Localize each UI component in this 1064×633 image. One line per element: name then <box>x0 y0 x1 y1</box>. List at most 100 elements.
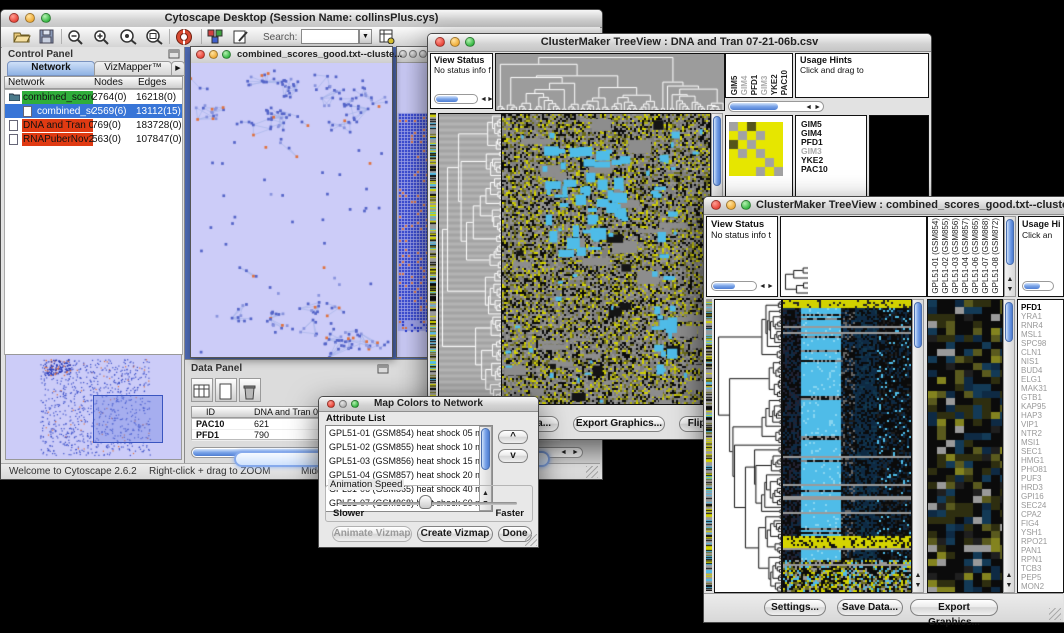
gene-list-item[interactable]: NTR2 <box>1021 429 1063 438</box>
scroll-left-icon[interactable]: ◄ <box>560 447 567 458</box>
float-panel-icon[interactable] <box>377 364 389 374</box>
gene-list-item[interactable]: GPI16 <box>1021 492 1063 501</box>
gene-list-item[interactable]: HAP3 <box>1021 411 1063 420</box>
gene-list-item[interactable]: SEC24 <box>1021 501 1063 510</box>
save-icon[interactable] <box>39 29 54 44</box>
birdseye-viewport[interactable] <box>93 395 163 443</box>
gene-list-item[interactable]: YRA1 <box>1021 312 1063 321</box>
tv2-button-export-graphics-[interactable]: Export Graphics... <box>910 599 998 616</box>
gene-list-item[interactable]: MON2 <box>1021 582 1063 591</box>
create-vizmap-button[interactable]: Create Vizmap <box>417 526 493 542</box>
search-dropdown-button[interactable]: ▼ <box>359 29 372 44</box>
gene-list-item[interactable]: GTB1 <box>1021 393 1063 402</box>
main-window-titlebar[interactable]: Cytoscape Desktop (Session Name: collins… <box>1 10 602 28</box>
float-panel-icon[interactable] <box>168 49 180 59</box>
gene-list-item[interactable]: CPA2 <box>1021 510 1063 519</box>
scroll-up-icon[interactable]: ▲ <box>1004 571 1014 581</box>
birdseye-panel[interactable] <box>5 354 182 460</box>
gene-list-item[interactable]: KAP95 <box>1021 402 1063 411</box>
open-file-icon[interactable] <box>13 29 31 44</box>
network-window-titlebar[interactable]: combined_scores_good.txt--cluste... <box>191 47 392 64</box>
resize-grip[interactable] <box>586 466 598 478</box>
tv2-row-dendrogram-canvas[interactable] <box>714 299 782 593</box>
network-tree-row[interactable]: RNAPuberNov2+563(0)107847(0) <box>5 132 182 146</box>
tv2-status-scrollbar[interactable] <box>711 281 757 291</box>
gene-list-item[interactable]: CLN1 <box>1021 348 1063 357</box>
gene-list-item[interactable]: HRD3 <box>1021 483 1063 492</box>
gene-list-item[interactable]: SEC1 <box>1021 447 1063 456</box>
tv1-global-heatmap-canvas[interactable] <box>501 113 711 405</box>
scrollbar-thumb[interactable] <box>481 428 490 470</box>
tv2-usage-scrollbar[interactable] <box>1022 281 1054 291</box>
scroll-up-icon[interactable]: ▲ <box>1005 275 1015 285</box>
scrollbar-thumb[interactable] <box>713 116 721 186</box>
zoom-fit-icon[interactable] <box>145 29 164 45</box>
tv1-overview-strip-canvas[interactable] <box>430 113 436 403</box>
tab-vizmapper[interactable]: VizMapper™ <box>94 61 172 76</box>
scroll-down-icon[interactable]: ▼ <box>913 581 923 591</box>
close-icon[interactable] <box>711 200 721 210</box>
dialog-titlebar[interactable]: Map Colors to Network <box>319 397 538 412</box>
zoom-selected-icon[interactable] <box>119 29 138 45</box>
gene-list-item[interactable]: PFD1 <box>1021 303 1063 312</box>
tv2-button-settings-[interactable]: Settings... <box>764 599 826 616</box>
network-tree-row[interactable]: DNA and Tran 07769(0)183728(0) <box>5 118 182 132</box>
zoom-out-icon[interactable] <box>67 29 84 45</box>
treeview1-titlebar[interactable]: ClusterMaker TreeView : DNA and Tran 07-… <box>428 34 931 52</box>
gene-list-item[interactable]: MSI1 <box>1021 438 1063 447</box>
tv2-button-save-data-[interactable]: Save Data... <box>837 599 903 616</box>
help-ring-icon[interactable] <box>175 28 193 46</box>
scroll-left-icon[interactable]: ◄ <box>480 94 487 105</box>
tv2-zoom-vscrollbar[interactable]: ▲ ▼ <box>1003 299 1015 593</box>
tv2-column-dendrogram-panel[interactable] <box>780 216 927 297</box>
scroll-right-icon[interactable]: ► <box>767 281 774 292</box>
tv2-overview-strip-canvas[interactable] <box>706 299 712 591</box>
close-icon[interactable] <box>196 50 205 59</box>
gene-list-item[interactable]: FIG4 <box>1021 519 1063 528</box>
gene-list-item[interactable]: SPC98 <box>1021 339 1063 348</box>
scroll-left-icon[interactable]: ◄ <box>759 281 766 292</box>
minimize-icon[interactable] <box>726 200 736 210</box>
tv2-heatmap-vscrollbar[interactable]: ▲ ▼ <box>912 299 924 593</box>
dense-network-canvas[interactable] <box>397 111 429 335</box>
gene-list-item[interactable]: PUF3 <box>1021 474 1063 483</box>
tab-network[interactable]: Network <box>7 61 95 76</box>
attribute-browser-icon[interactable] <box>379 29 395 44</box>
animate-vizmap-button[interactable]: Animate Vizmap <box>332 526 412 542</box>
tv1-zoom-heatmap-canvas[interactable] <box>729 122 783 176</box>
delete-attribute-button[interactable] <box>239 378 261 402</box>
search-input[interactable] <box>301 29 359 44</box>
scroll-up-icon[interactable]: ▲ <box>913 571 923 581</box>
background-network-window[interactable] <box>396 46 430 358</box>
gene-list-item[interactable]: MAK31 <box>1021 384 1063 393</box>
gene-list-item[interactable]: RPN1 <box>1021 555 1063 564</box>
resize-grip[interactable] <box>525 534 537 546</box>
vizmapper-icon[interactable] <box>207 29 223 44</box>
gene-list-item[interactable]: HMG1 <box>1021 456 1063 465</box>
tv1-button-export-graphics-[interactable]: Export Graphics... <box>573 416 665 432</box>
gene-list-item[interactable]: BUD4 <box>1021 366 1063 375</box>
gene-list-item[interactable]: MSL1 <box>1021 330 1063 339</box>
scrollbar-thumb[interactable] <box>1006 219 1014 265</box>
gene-list-item[interactable]: TCB3 <box>1021 564 1063 573</box>
scrollbar-thumb[interactable] <box>1005 302 1013 342</box>
tv1-zoom-hscrollbar[interactable]: ◄ ► <box>728 101 824 112</box>
tv2-zoom-heatmap-canvas[interactable] <box>927 299 1003 593</box>
tv1-status-scrollbar[interactable] <box>434 94 478 104</box>
tv2-column-dendrogram-canvas[interactable] <box>782 265 808 295</box>
gene-list-item[interactable]: PHO81 <box>1021 465 1063 474</box>
network-tree-row[interactable]: combined_sco2569(6)13112(15) <box>5 104 182 118</box>
table-mode-button[interactable] <box>191 378 213 402</box>
zoom-window-icon[interactable] <box>419 50 427 58</box>
scroll-right-icon[interactable]: ► <box>814 102 821 113</box>
gene-list-item[interactable]: NIS1 <box>1021 357 1063 366</box>
gene-list-item[interactable]: YSH1 <box>1021 528 1063 537</box>
annotation-icon[interactable] <box>233 29 249 44</box>
gene-list-item[interactable]: PEP5 <box>1021 573 1063 582</box>
scroll-down-icon[interactable]: ▼ <box>1004 581 1014 591</box>
attribute-list-item[interactable]: GPL51-02 (GSM855) heat shock 10 min <box>326 440 492 454</box>
network-tree-row[interactable]: combined_scores2764(0)16218(0) <box>5 90 182 104</box>
scroll-right-icon[interactable]: ► <box>572 447 579 458</box>
gene-list-item[interactable]: RNR4 <box>1021 321 1063 330</box>
minimize-icon[interactable] <box>209 50 218 59</box>
